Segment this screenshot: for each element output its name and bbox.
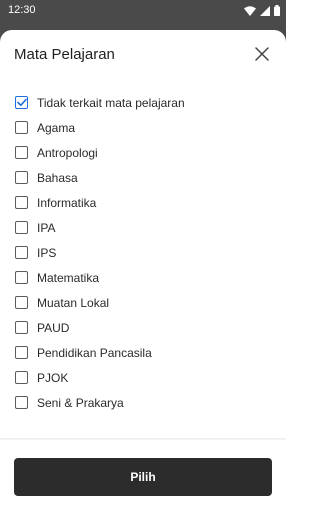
subject-option[interactable]: Bahasa (0, 165, 286, 190)
close-button[interactable] (250, 44, 274, 68)
status-bar: 12:30 (0, 0, 286, 22)
subject-option-label: Pendidikan Pancasila (37, 345, 152, 360)
subject-option-label: Agama (37, 120, 76, 135)
subject-option[interactable]: IPA (0, 215, 286, 240)
subject-option[interactable]: Informatika (0, 190, 286, 215)
subject-option[interactable]: IPS (0, 240, 286, 265)
subject-option-label: PAUD (37, 320, 70, 335)
footer-divider (0, 438, 286, 440)
checkbox[interactable] (15, 121, 28, 134)
subject-option-label: Tidak terkait mata pelajaran (37, 95, 185, 110)
signal-icon (260, 5, 270, 16)
subject-option-label: Matematika (37, 270, 100, 285)
subject-option-label: IPS (37, 245, 57, 260)
close-icon (255, 46, 269, 66)
checkbox[interactable] (15, 171, 28, 184)
subject-option-label: PJOK (37, 370, 69, 385)
subject-option[interactable]: Tidak terkait mata pelajaran (0, 90, 286, 115)
checkbox[interactable] (15, 221, 28, 234)
checkbox[interactable] (15, 271, 28, 284)
submit-button[interactable]: Pilih (14, 458, 272, 496)
subject-options-list: Tidak terkait mata pelajaran Agama Antropo… (0, 90, 286, 415)
subject-option-label: Seni & Prakarya (37, 395, 124, 410)
bottom-sheet: Mata Pelajaran Tidak terkait mata pelaja… (0, 30, 286, 512)
subject-option-label: Muatan Lokal (37, 295, 110, 310)
subject-option-label: Antropologi (37, 145, 98, 160)
battery-icon (274, 5, 280, 16)
subject-option-label: IPA (37, 220, 56, 235)
checkbox[interactable] (15, 296, 28, 309)
checkbox[interactable] (15, 321, 28, 334)
subject-option[interactable]: Antropologi (0, 140, 286, 165)
subject-option[interactable]: Agama (0, 115, 286, 140)
checkbox[interactable] (15, 396, 28, 409)
wifi-icon (244, 5, 256, 16)
subject-option[interactable]: PJOK (0, 365, 286, 390)
subject-option[interactable]: Pendidikan Pancasila (0, 340, 286, 365)
status-time: 12:30 (8, 4, 36, 16)
subject-option-label: Bahasa (37, 170, 78, 185)
check-icon (16, 98, 27, 107)
subject-option[interactable]: Muatan Lokal (0, 290, 286, 315)
checkbox-checked[interactable] (15, 96, 28, 109)
sheet-header: Mata Pelajaran (0, 30, 286, 82)
subject-option[interactable]: PAUD (0, 315, 286, 340)
subject-option[interactable]: Matematika (0, 265, 286, 290)
sheet-title: Mata Pelajaran (14, 46, 115, 63)
subject-option[interactable]: Seni & Prakarya (0, 390, 286, 415)
checkbox[interactable] (15, 146, 28, 159)
checkbox[interactable] (15, 346, 28, 359)
subject-option-label: Informatika (37, 195, 97, 210)
checkbox[interactable] (15, 196, 28, 209)
status-icons (244, 5, 280, 16)
checkbox[interactable] (15, 371, 28, 384)
checkbox[interactable] (15, 246, 28, 259)
screen: 12:30 Mata Pelajaran Tidak terkait mata … (0, 0, 286, 512)
